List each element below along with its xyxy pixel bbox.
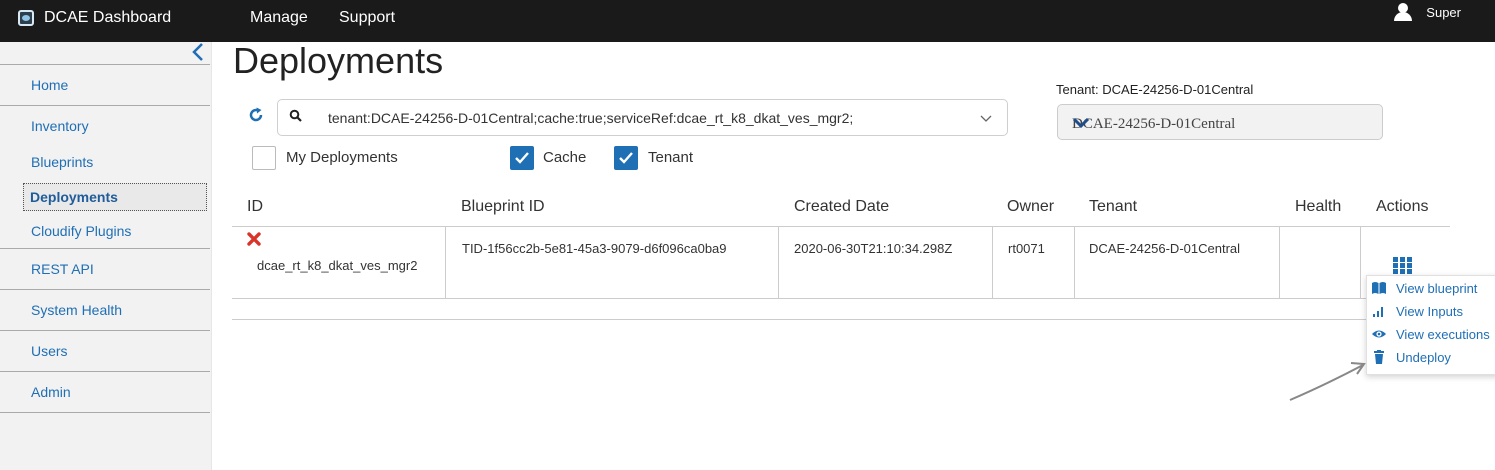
my-deployments-checkbox[interactable] bbox=[252, 146, 276, 170]
brand-title: DCAE Dashboard bbox=[44, 9, 172, 26]
annotation-arrow bbox=[1289, 362, 1366, 401]
sidebar-divider bbox=[0, 371, 210, 372]
column-header-created-date[interactable]: Created Date bbox=[794, 198, 889, 216]
menu-item-view-inputs[interactable]: View Inputs bbox=[1371, 301, 1463, 321]
column-header-actions: Actions bbox=[1376, 198, 1429, 215]
cell-blueprint-id: TID-1f56cc2b-5e81-45a3-9079-d6f096ca0ba9 bbox=[462, 241, 727, 256]
sidebar-item-deployments[interactable]: Deployments bbox=[23, 183, 207, 211]
menu-item-label: Undeploy bbox=[1396, 349, 1451, 365]
cell-owner: rt0071 bbox=[1008, 241, 1045, 256]
table-header-divider bbox=[232, 226, 1450, 227]
delete-icon[interactable] bbox=[247, 232, 261, 246]
sidebar-item-inventory[interactable]: Inventory bbox=[31, 118, 89, 134]
sidebar-item-rest-api[interactable]: REST API bbox=[31, 261, 94, 277]
column-divider bbox=[1074, 227, 1075, 298]
tenant-filter-label: Tenant bbox=[648, 149, 694, 166]
my-deployments-label: My Deployments bbox=[286, 149, 398, 166]
search-input[interactable]: tenant:DCAE-24256-D-01Central;cache:true… bbox=[277, 99, 1008, 136]
search-query: tenant:DCAE-24256-D-01Central;cache:true… bbox=[328, 110, 854, 126]
actions-dropdown-menu: View blueprint View Inputs View executio… bbox=[1366, 275, 1495, 375]
sidebar-item-label: Deployments bbox=[30, 189, 118, 205]
tenant-label: Tenant: DCAE-24256-D-01Central bbox=[1056, 82, 1254, 97]
book-icon bbox=[1372, 282, 1386, 294]
sidebar-divider bbox=[0, 289, 210, 290]
user-icon bbox=[1394, 3, 1413, 21]
column-divider bbox=[445, 227, 446, 298]
tenant-selected-value: DCAE-24256-D-01Central bbox=[1072, 116, 1236, 132]
cell-deployment-id[interactable]: dcae_rt_k8_dkat_ves_mgr2 bbox=[257, 258, 417, 273]
menu-item-view-blueprint[interactable]: View blueprint bbox=[1371, 278, 1477, 298]
brand[interactable]: DCAE Dashboard bbox=[18, 0, 171, 36]
column-header-blueprint-id[interactable]: Blueprint ID bbox=[461, 198, 545, 216]
menu-item-label: View Inputs bbox=[1396, 303, 1463, 319]
tenant-select[interactable]: DCAE-24256-D-01Central bbox=[1057, 104, 1383, 140]
chevron-down-icon[interactable] bbox=[979, 111, 993, 125]
nav-manage[interactable]: Manage bbox=[250, 0, 308, 36]
column-header-tenant[interactable]: Tenant bbox=[1089, 198, 1137, 216]
sidebar-divider bbox=[0, 105, 210, 106]
refresh-icon[interactable] bbox=[247, 106, 265, 124]
cell-tenant: DCAE-24256-D-01Central bbox=[1089, 241, 1241, 256]
user-name: Super bbox=[1426, 4, 1461, 20]
sidebar-item-home[interactable]: Home bbox=[31, 77, 68, 93]
column-divider bbox=[1279, 227, 1280, 298]
column-divider bbox=[992, 227, 993, 298]
sidebar-divider bbox=[0, 412, 210, 413]
column-header-health[interactable]: Health bbox=[1295, 198, 1341, 216]
table-row-divider bbox=[232, 298, 1366, 299]
menu-item-label: View blueprint bbox=[1396, 280, 1478, 296]
sidebar-divider bbox=[0, 330, 210, 331]
cache-label: Cache bbox=[543, 149, 587, 166]
cell-created-date: 2020-06-30T21:10:34.298Z bbox=[794, 241, 953, 256]
table-footer-divider bbox=[232, 319, 1366, 320]
sidebar-item-system-health[interactable]: System Health bbox=[31, 302, 122, 318]
column-divider bbox=[778, 227, 779, 298]
nav-support[interactable]: Support bbox=[339, 0, 395, 36]
tenant-checkbox[interactable] bbox=[614, 146, 638, 170]
cache-checkbox[interactable] bbox=[510, 146, 534, 170]
chevron-down-icon bbox=[1072, 116, 1090, 130]
menu-item-view-executions[interactable]: View executions bbox=[1371, 324, 1490, 344]
actions-menu-icon[interactable] bbox=[1393, 257, 1412, 274]
sidebar-divider bbox=[0, 64, 210, 65]
user-menu[interactable]: Super bbox=[1394, 0, 1461, 24]
menu-item-undeploy[interactable]: Undeploy bbox=[1371, 347, 1451, 367]
chevron-left-icon[interactable] bbox=[188, 42, 208, 64]
sidebar-divider bbox=[0, 248, 210, 249]
sidebar-item-blueprints[interactable]: Blueprints bbox=[31, 154, 93, 170]
bar-chart-icon bbox=[1373, 307, 1383, 317]
sidebar-item-users[interactable]: Users bbox=[31, 343, 68, 359]
page-title: Deployments bbox=[233, 40, 444, 81]
sidebar-item-cloudify-plugins[interactable]: Cloudify Plugins bbox=[31, 223, 131, 239]
search-icon bbox=[289, 109, 303, 123]
menu-item-label: View executions bbox=[1396, 326, 1490, 342]
column-divider bbox=[1360, 227, 1361, 298]
sidebar: Home Inventory Blueprints Deployments Cl… bbox=[0, 42, 212, 470]
column-header-id[interactable]: ID bbox=[247, 198, 263, 216]
eye-icon bbox=[1372, 330, 1386, 338]
top-navbar: DCAE Dashboard Manage Support Super bbox=[0, 0, 1495, 42]
sidebar-item-admin[interactable]: Admin bbox=[31, 384, 71, 400]
column-header-owner[interactable]: Owner bbox=[1007, 198, 1054, 216]
dcae-logo-icon bbox=[18, 10, 34, 26]
